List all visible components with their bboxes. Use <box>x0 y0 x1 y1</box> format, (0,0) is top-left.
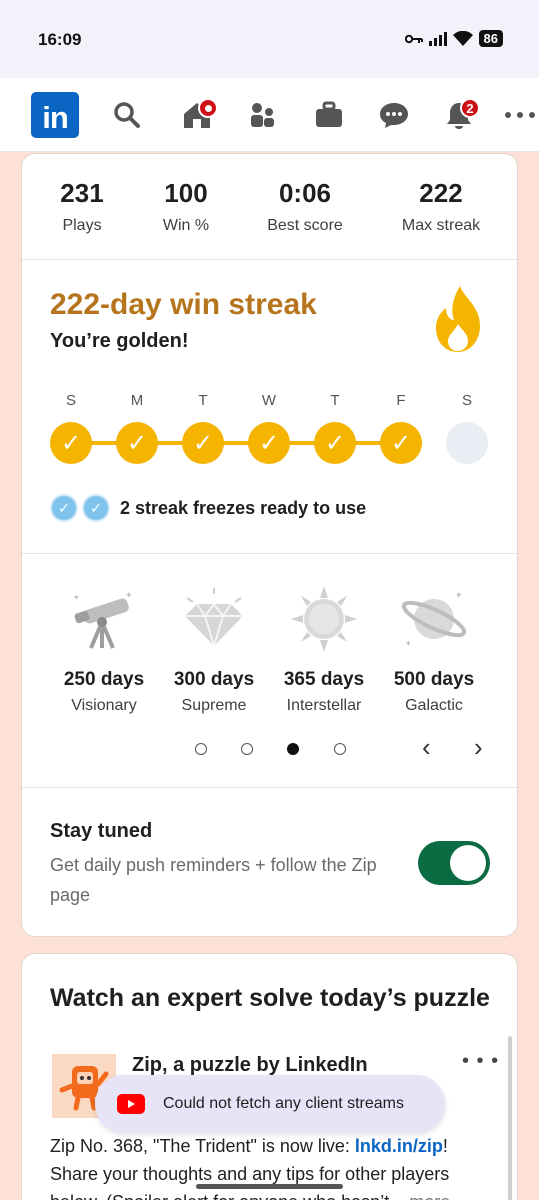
svg-text:✦: ✦ <box>455 590 463 600</box>
top-nav-bar: in 2 <box>0 78 539 152</box>
milestone-days: 500 days <box>393 669 475 690</box>
post-link[interactable]: lnkd.in/zip <box>355 1136 443 1156</box>
divider <box>22 553 517 554</box>
toggle-knob <box>450 845 486 881</box>
day-check-icon: ✓ <box>248 422 290 464</box>
sun-icon <box>291 586 357 652</box>
streak-subtitle: You’re golden! <box>50 330 189 352</box>
svg-text:✦: ✦ <box>73 593 80 602</box>
stat-value: 0:06 <box>278 178 332 208</box>
more-icon[interactable] <box>502 92 538 138</box>
gesture-bar[interactable] <box>196 1184 343 1189</box>
day-empty-circle <box>446 422 488 464</box>
day-check-icon: ✓ <box>380 422 422 464</box>
post-text: Zip No. 368, "The Trident" is now live: … <box>50 1132 490 1200</box>
status-bar: 16:09 86 <box>0 0 539 78</box>
day-check-icon: ✓ <box>314 422 356 464</box>
diamond-icon <box>185 588 243 647</box>
post-author[interactable]: Zip, a puzzle by LinkedIn <box>132 1054 368 1077</box>
stat-value: 231 <box>60 178 104 208</box>
toast-notification: Could not fetch any client streams <box>95 1075 445 1133</box>
day-label: S <box>461 392 472 409</box>
day-label: F <box>396 392 406 409</box>
pager-dot[interactable] <box>334 743 346 755</box>
day-label: W <box>261 392 277 409</box>
chevron-left-icon[interactable]: ‹ <box>422 732 431 763</box>
milestone-badge[interactable]: ✦ ✦ 250 days Visionary <box>49 584 159 715</box>
toast-text: Could not fetch any client streams <box>163 1095 405 1112</box>
streak-freeze-icon: ✓ <box>50 494 78 522</box>
streak-freeze-icon: ✓ <box>82 494 110 522</box>
stat-max-streak: 222 Max streak <box>381 178 501 235</box>
home-notification-dot <box>198 98 218 118</box>
stat-best-score: 0:06 Best score <box>245 178 365 235</box>
milestone-days: 300 days <box>173 669 255 690</box>
streak-freezes: ✓ ✓ 2 streak freezes ready to use <box>50 494 366 522</box>
stay-tuned-description: Get daily push reminders + follow the Zi… <box>50 855 377 905</box>
day-check-icon: ✓ <box>50 422 92 464</box>
pager-dot-active[interactable] <box>287 743 299 755</box>
pager-dot[interactable] <box>241 743 253 755</box>
wifi-icon <box>452 31 473 46</box>
post-text-start: Zip No. 368, "The Trident" is now live: <box>50 1136 355 1156</box>
notifications-icon[interactable]: 2 <box>436 92 482 138</box>
streak-title: 222-day win streak <box>50 288 317 321</box>
stat-label: Max streak <box>401 217 481 234</box>
push-reminders-toggle[interactable] <box>418 841 490 885</box>
milestone-name: Visionary <box>71 697 137 714</box>
milestone-days: 250 days <box>63 669 145 690</box>
day-check-icon: ✓ <box>182 422 224 464</box>
day-label: S <box>65 392 76 409</box>
day-label: T <box>330 392 340 409</box>
search-icon[interactable] <box>104 92 150 138</box>
pager-dot[interactable] <box>195 743 207 755</box>
milestone-badge[interactable]: 365 days Interstellar <box>269 584 379 715</box>
day-label: M <box>130 392 144 409</box>
stat-value: 222 <box>419 178 463 208</box>
divider <box>22 787 517 788</box>
stats-row: 231 Plays 100 Win % 0:06 Best score 222 … <box>22 154 517 260</box>
stat-win-percent: 100 Win % <box>126 178 246 235</box>
more-options-icon[interactable]: • • • <box>462 1050 499 1073</box>
status-time: 16:09 <box>38 30 82 49</box>
game-stats-card: 231 Plays 100 Win % 0:06 Best score 222 … <box>21 153 518 937</box>
stat-label: Best score <box>267 217 343 234</box>
stay-tuned-title: Stay tuned <box>50 820 153 842</box>
stat-label: Win % <box>162 217 210 234</box>
milestone-badge[interactable]: 300 days Supreme <box>159 584 269 715</box>
milestone-badge[interactable]: ✦ ✦ 500 days Galactic <box>379 584 489 715</box>
day-check-icon: ✓ <box>116 422 158 464</box>
milestone-name: Galactic <box>405 697 463 714</box>
signal-icon <box>428 31 447 46</box>
streak-freezes-text: 2 streak freezes ready to use <box>120 497 367 518</box>
svg-text:✦: ✦ <box>125 590 133 600</box>
stat-plays: 231 Plays <box>22 178 142 235</box>
stat-value: 100 <box>164 178 208 208</box>
milestone-days: 365 days <box>283 669 365 690</box>
day-label: T <box>198 392 208 409</box>
milestone-name: Supreme <box>181 697 247 714</box>
chevron-right-icon[interactable]: › <box>474 732 483 763</box>
battery-indicator: 86 <box>478 30 503 47</box>
watch-title: Watch an expert solve today’s puzzle <box>50 984 490 1012</box>
milestone-name: Interstellar <box>286 697 362 714</box>
linkedin-logo[interactable]: in <box>31 92 79 138</box>
status-icons: 86 <box>404 30 503 47</box>
stat-label: Plays <box>62 217 102 234</box>
notifications-badge: 2 <box>460 98 480 118</box>
planet-icon: ✦✦ <box>401 590 467 648</box>
scrollbar[interactable] <box>508 1036 512 1200</box>
my-network-icon[interactable] <box>240 92 286 138</box>
see-more-link[interactable]: ...more <box>394 1192 450 1200</box>
telescope-icon: ✦✦ <box>73 590 133 649</box>
jobs-icon[interactable] <box>306 92 352 138</box>
flame-icon <box>436 286 480 352</box>
home-icon[interactable] <box>174 92 220 138</box>
messaging-icon[interactable] <box>371 92 417 138</box>
svg-text:✦: ✦ <box>405 639 412 648</box>
key-icon <box>404 34 423 43</box>
youtube-icon <box>117 1094 145 1114</box>
